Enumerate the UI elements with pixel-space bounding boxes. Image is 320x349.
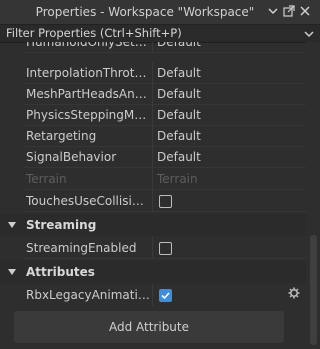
chevron-down-icon[interactable]	[266, 4, 280, 18]
row-separator	[24, 52, 306, 53]
checkbox[interactable]	[159, 195, 172, 208]
checkbox[interactable]	[159, 242, 172, 255]
filter-dropdown-icon[interactable]	[304, 28, 314, 38]
checkbox-checked[interactable]	[159, 289, 172, 302]
section-title: Streaming	[26, 218, 97, 232]
title-bar: Properties - Workspace "Workspace"	[0, 0, 320, 25]
column-divider	[152, 83, 153, 105]
property-row[interactable]: HumanoidOnlySetCo... Default	[0, 42, 306, 53]
window-title: Properties - Workspace "Workspace"	[35, 5, 255, 19]
column-divider	[152, 190, 153, 212]
property-name: Retargeting	[26, 129, 97, 143]
attribute-row[interactable]: RbxLegacyAnimation...	[0, 284, 306, 306]
column-divider	[152, 168, 153, 190]
property-value[interactable]: Default	[157, 104, 297, 126]
filter-input[interactable]	[0, 25, 306, 42]
column-divider	[152, 284, 153, 306]
property-value[interactable]: Default	[157, 62, 297, 84]
property-value: Terrain	[157, 172, 198, 186]
row-separator	[24, 258, 306, 259]
collapse-triangle-icon[interactable]	[8, 222, 16, 228]
section-title: Attributes	[26, 265, 95, 279]
property-name: PhysicsSteppingMeth...	[26, 108, 150, 122]
properties-list: HumanoidOnlySetCo... Default Interpolati…	[0, 42, 306, 349]
column-divider	[152, 104, 153, 126]
undock-icon[interactable]	[282, 4, 296, 18]
collapse-triangle-icon[interactable]	[8, 269, 16, 275]
property-name: MeshPartHeadsAndAc...	[26, 87, 150, 101]
gear-icon[interactable]	[288, 287, 300, 299]
column-divider	[152, 237, 153, 259]
property-name: StreamingEnabled	[26, 241, 137, 255]
property-value[interactable]: Default	[157, 125, 297, 147]
property-row[interactable]: PhysicsSteppingMeth... Default	[0, 104, 306, 126]
property-row[interactable]: StreamingEnabled	[0, 237, 306, 259]
property-row: Terrain Terrain	[0, 168, 306, 190]
section-streaming[interactable]: Streaming	[0, 214, 306, 236]
checkmark-icon	[161, 292, 170, 300]
property-name: InterpolationThrottling	[26, 66, 150, 80]
property-row[interactable]: MeshPartHeadsAndAc... Default	[0, 83, 306, 105]
property-row[interactable]: SignalBehavior Default	[0, 146, 306, 168]
section-attributes[interactable]: Attributes	[0, 261, 306, 283]
add-attribute-button[interactable]: Add Attribute	[14, 311, 284, 343]
column-divider	[152, 62, 153, 84]
column-divider	[152, 125, 153, 147]
property-row[interactable]: InterpolationThrottling Default	[0, 62, 306, 84]
filter-bar	[0, 25, 320, 43]
attribute-name: RbxLegacyAnimation...	[26, 288, 150, 302]
row-separator	[24, 211, 306, 212]
scrollbar-thumb[interactable]	[310, 235, 317, 345]
property-name: TouchesUseCollision...	[26, 194, 150, 208]
property-value[interactable]: Default	[157, 83, 297, 105]
property-name: SignalBehavior	[26, 150, 117, 164]
close-icon[interactable]	[298, 4, 312, 18]
property-row[interactable]: Retargeting Default	[0, 125, 306, 147]
scrollbar[interactable]	[306, 42, 320, 349]
property-name: Terrain	[26, 172, 67, 186]
column-divider	[152, 146, 153, 168]
property-value[interactable]: Default	[157, 146, 297, 168]
property-row[interactable]: TouchesUseCollision...	[0, 190, 306, 212]
